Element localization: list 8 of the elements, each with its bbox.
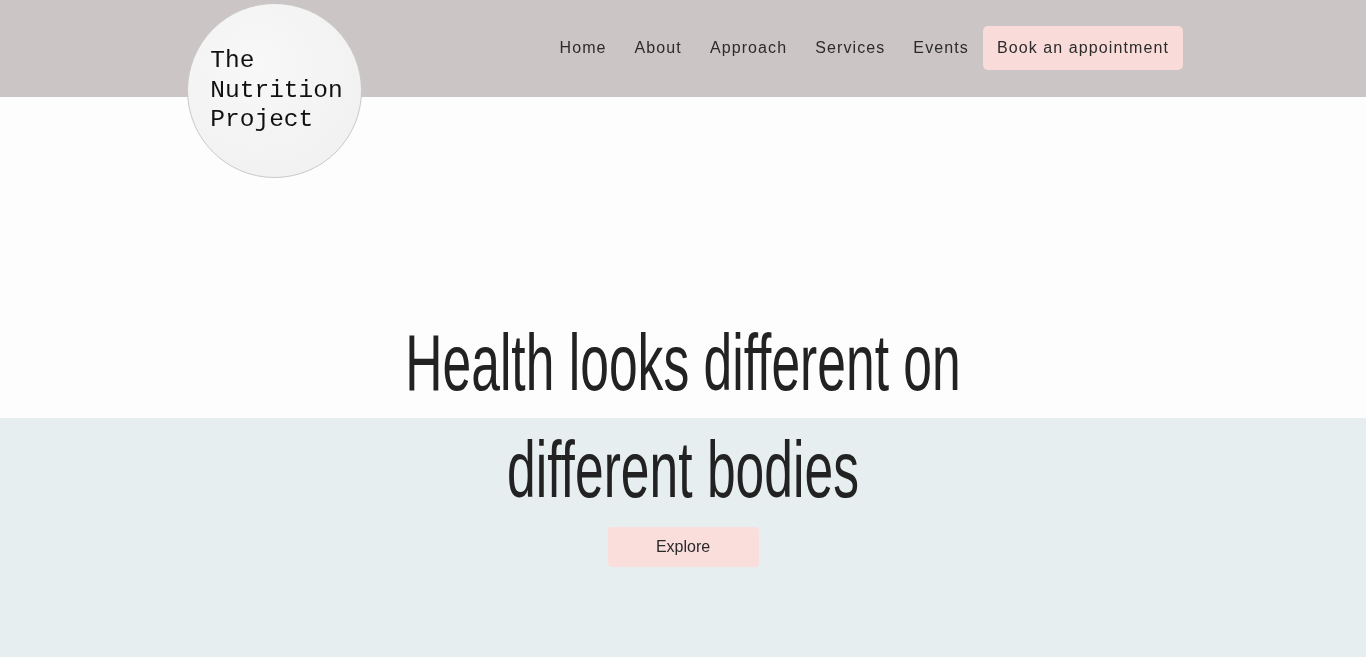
hero-heading: Health looks different on different bodies	[404, 317, 962, 516]
nav-link[interactable]: Home	[545, 26, 621, 70]
book-appointment-button[interactable]: Book an appointment	[982, 26, 1183, 70]
explore-button[interactable]: Explore	[607, 527, 759, 567]
nav-link[interactable]: About	[620, 26, 696, 70]
nav-link[interactable]: Approach	[695, 26, 802, 70]
nav-link[interactable]: Events	[899, 26, 983, 70]
nav-link[interactable]: Services	[801, 26, 900, 70]
